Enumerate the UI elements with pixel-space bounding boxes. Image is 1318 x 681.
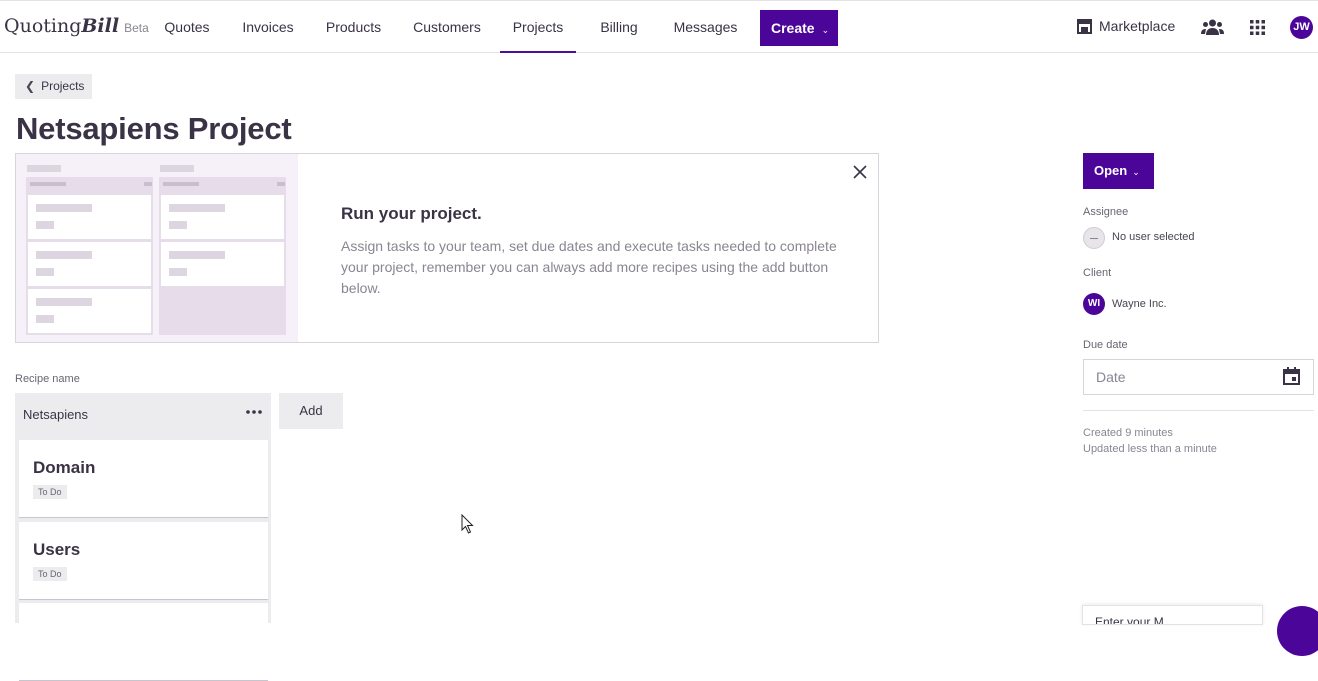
- nav-messages[interactable]: Messages: [664, 1, 747, 53]
- created-timestamp: Created 9 minutes: [1083, 427, 1173, 439]
- create-button[interactable]: Create ⌄: [760, 10, 838, 46]
- top-navigation-bar: QuotingBill Beta Quotes Invoices Products…: [0, 0, 1318, 53]
- beta-tag: Beta: [124, 21, 149, 35]
- status-label: Open: [1094, 163, 1128, 178]
- client-label: Client: [1083, 267, 1112, 279]
- client-name[interactable]: Wayne Inc.: [1112, 298, 1167, 310]
- calendar-icon[interactable]: [1283, 367, 1300, 385]
- chevron-left-icon: ❮: [25, 79, 36, 93]
- nav-billing[interactable]: Billing: [588, 1, 650, 53]
- close-icon[interactable]: [852, 164, 868, 180]
- more-options-icon[interactable]: [246, 410, 262, 414]
- page-title: Netsapiens Project: [16, 111, 292, 146]
- create-label: Create: [771, 20, 815, 36]
- apps-grid-icon[interactable]: [1250, 20, 1265, 35]
- nav-products[interactable]: Products: [316, 1, 391, 53]
- kanban-illustration: [16, 154, 298, 342]
- back-to-projects-button[interactable]: ❮ Projects: [15, 74, 92, 99]
- chat-popup-text: Enter your M...: [1095, 615, 1174, 625]
- updated-timestamp: Updated less than a minute: [1083, 443, 1217, 455]
- task-title: Users: [33, 540, 81, 559]
- back-label: Projects: [41, 79, 85, 93]
- chevron-down-icon: ⌄: [1132, 167, 1140, 177]
- task-title: Domain: [33, 458, 96, 477]
- add-recipe-button[interactable]: Add: [279, 393, 343, 429]
- marketplace-link[interactable]: Marketplace: [1076, 18, 1175, 38]
- project-status-dropdown[interactable]: Open ⌄: [1083, 153, 1154, 189]
- banner-text: Assign tasks to your team, set due dates…: [341, 238, 837, 296]
- nav-customers[interactable]: Customers: [404, 1, 490, 53]
- sidebar-divider: [1083, 410, 1314, 411]
- nav-quotes[interactable]: Quotes: [152, 1, 222, 53]
- status-badge: To Do: [33, 485, 67, 499]
- assignee-avatar-placeholder[interactable]: [1083, 227, 1105, 249]
- brand-quoting: Quoting: [4, 15, 82, 37]
- team-icon[interactable]: [1201, 19, 1224, 35]
- due-date-label: Due date: [1083, 339, 1128, 351]
- task-card[interactable]: Users To Do: [19, 522, 268, 600]
- assignee-label: Assignee: [1083, 206, 1129, 218]
- brand-bill: Bill: [81, 15, 120, 37]
- marketplace-label: Marketplace: [1099, 18, 1176, 34]
- banner-title: Run your project.: [341, 204, 482, 223]
- assignee-value[interactable]: No user selected: [1112, 231, 1195, 243]
- due-date-input[interactable]: [1083, 359, 1314, 395]
- mouse-cursor-icon: [461, 514, 474, 534]
- chevron-down-icon: ⌄: [821, 25, 830, 35]
- task-card-partial[interactable]: [19, 603, 268, 681]
- client-avatar[interactable]: WI: [1083, 293, 1105, 315]
- brand-logo[interactable]: QuotingBill Beta: [4, 15, 149, 37]
- task-card[interactable]: Domain To Do: [19, 440, 268, 518]
- user-avatar[interactable]: JW: [1290, 16, 1313, 39]
- recipe-name-label: Recipe name: [15, 373, 80, 385]
- chat-launcher-button[interactable]: [1277, 606, 1318, 656]
- recipe-name[interactable]: Netsapiens: [23, 407, 88, 422]
- recipe-column: Netsapiens Domain To Do Users To Do: [15, 393, 271, 681]
- nav-projects[interactable]: Projects: [500, 1, 576, 53]
- nav-invoices[interactable]: Invoices: [232, 1, 304, 53]
- store-icon: [1077, 19, 1092, 34]
- status-badge: To Do: [33, 567, 67, 581]
- onboarding-banner: Run your project. Assign tasks to your t…: [15, 153, 879, 343]
- chat-popup[interactable]: Enter your M...: [1082, 605, 1263, 625]
